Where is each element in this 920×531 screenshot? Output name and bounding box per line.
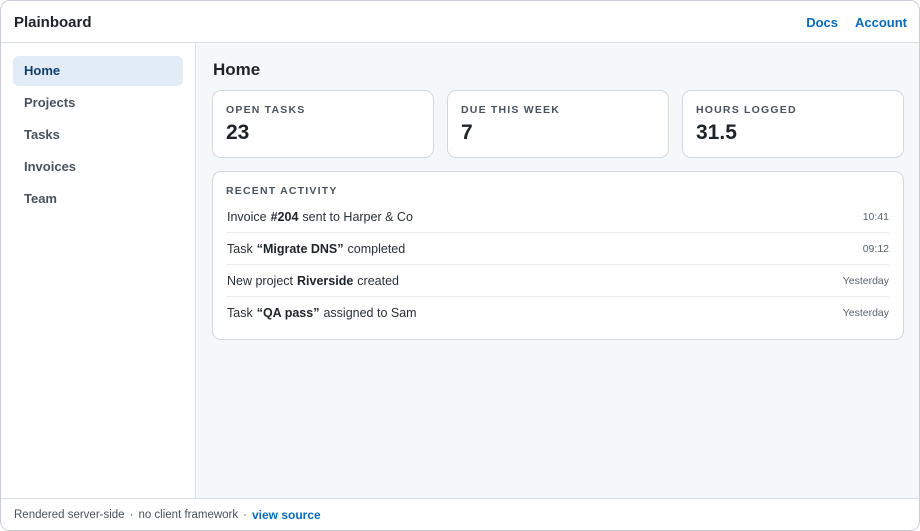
- activity-time: Yesterday: [842, 307, 889, 319]
- sidebar-item-projects[interactable]: Projects: [13, 88, 183, 118]
- activity-list: Invoice #204 sent to Harper & Co 10:41 Tas…: [227, 201, 889, 329]
- activity-prefix: Task: [227, 241, 253, 256]
- top-bar: Plainboard Docs Account: [1, 1, 919, 43]
- stat-value: 31.5: [696, 121, 737, 144]
- stat-card-hours-logged: HOURS LOGGED 31.5: [682, 90, 904, 158]
- stat-card-open-tasks: OPEN TASKS 23: [212, 90, 434, 158]
- activity-suffix: assigned to Sam: [323, 306, 417, 320]
- activity-subject: Riverside: [297, 273, 354, 288]
- activity-row: Task “QA pass” assigned to Sam Yesterday: [227, 297, 889, 329]
- top-links: Docs Account: [806, 15, 907, 30]
- activity-time: Yesterday: [842, 274, 889, 287]
- docs-link[interactable]: Docs: [806, 15, 838, 30]
- view-source-link[interactable]: view source: [252, 508, 321, 522]
- stat-value: 7: [461, 121, 473, 144]
- activity-subject: #204: [270, 209, 299, 224]
- activity-message: Invoice #204 sent to Harper & Co: [227, 210, 413, 224]
- activity-time: 09:12: [862, 242, 889, 255]
- activity-row: New project Riverside created Yesterday: [227, 265, 889, 297]
- footer: Rendered server-side · no client framewo…: [1, 498, 919, 530]
- activity-message: Task “Migrate DNS” completed: [227, 242, 405, 256]
- activity-message: New project Riverside created: [227, 274, 399, 288]
- activity-suffix: created: [357, 273, 399, 288]
- sidebar-item-tasks[interactable]: Tasks: [13, 120, 183, 150]
- activity-suffix: completed: [347, 241, 406, 256]
- activity-suffix: sent to Harper & Co: [302, 209, 413, 224]
- activity-subject: “Migrate DNS”: [256, 241, 344, 256]
- recent-activity-panel: RECENT ACTIVITY Invoice #204 sent to Harpe…: [212, 171, 904, 340]
- recent-activity-heading: RECENT ACTIVITY: [226, 185, 338, 197]
- stat-label: HOURS LOGGED: [696, 104, 797, 116]
- brand-logo[interactable]: Plainboard: [14, 14, 92, 31]
- activity-message: Task “QA pass” assigned to Sam: [227, 306, 417, 320]
- activity-subject: “QA pass”: [256, 306, 320, 320]
- footer-separator: ·: [243, 509, 247, 521]
- main-content: Home OPEN TASKS 23 DUE THIS WEEK 7 HOURS…: [197, 43, 919, 498]
- footer-text-framework: no client framework: [138, 509, 239, 521]
- stat-label: DUE THIS WEEK: [461, 104, 561, 116]
- account-link[interactable]: Account: [855, 15, 907, 30]
- footer-text-rendered: Rendered server-side: [14, 509, 125, 521]
- sidebar-item-invoices[interactable]: Invoices: [13, 152, 183, 182]
- sidebar-item-home[interactable]: Home: [13, 56, 183, 86]
- activity-row: Invoice #204 sent to Harper & Co 10:41: [227, 201, 889, 233]
- stat-card-due-this-week: DUE THIS WEEK 7: [447, 90, 669, 158]
- activity-prefix: Task: [227, 306, 253, 320]
- activity-time: 10:41: [862, 210, 889, 223]
- stat-label: OPEN TASKS: [226, 104, 306, 116]
- activity-prefix: Invoice: [227, 209, 267, 224]
- activity-row: Task “Migrate DNS” completed 09:12: [227, 233, 889, 265]
- sidebar: Home Projects Tasks Invoices Team: [1, 43, 196, 498]
- sidebar-item-team[interactable]: Team: [13, 184, 183, 214]
- activity-prefix: New project: [227, 273, 293, 288]
- stat-value: 23: [226, 121, 250, 144]
- page-title: Home: [213, 60, 261, 79]
- app-window: Plainboard Docs Account Home Projects Ta…: [0, 0, 920, 531]
- stats-cards: OPEN TASKS 23 DUE THIS WEEK 7 HOURS LOGG…: [212, 90, 904, 158]
- footer-separator: ·: [129, 509, 134, 521]
